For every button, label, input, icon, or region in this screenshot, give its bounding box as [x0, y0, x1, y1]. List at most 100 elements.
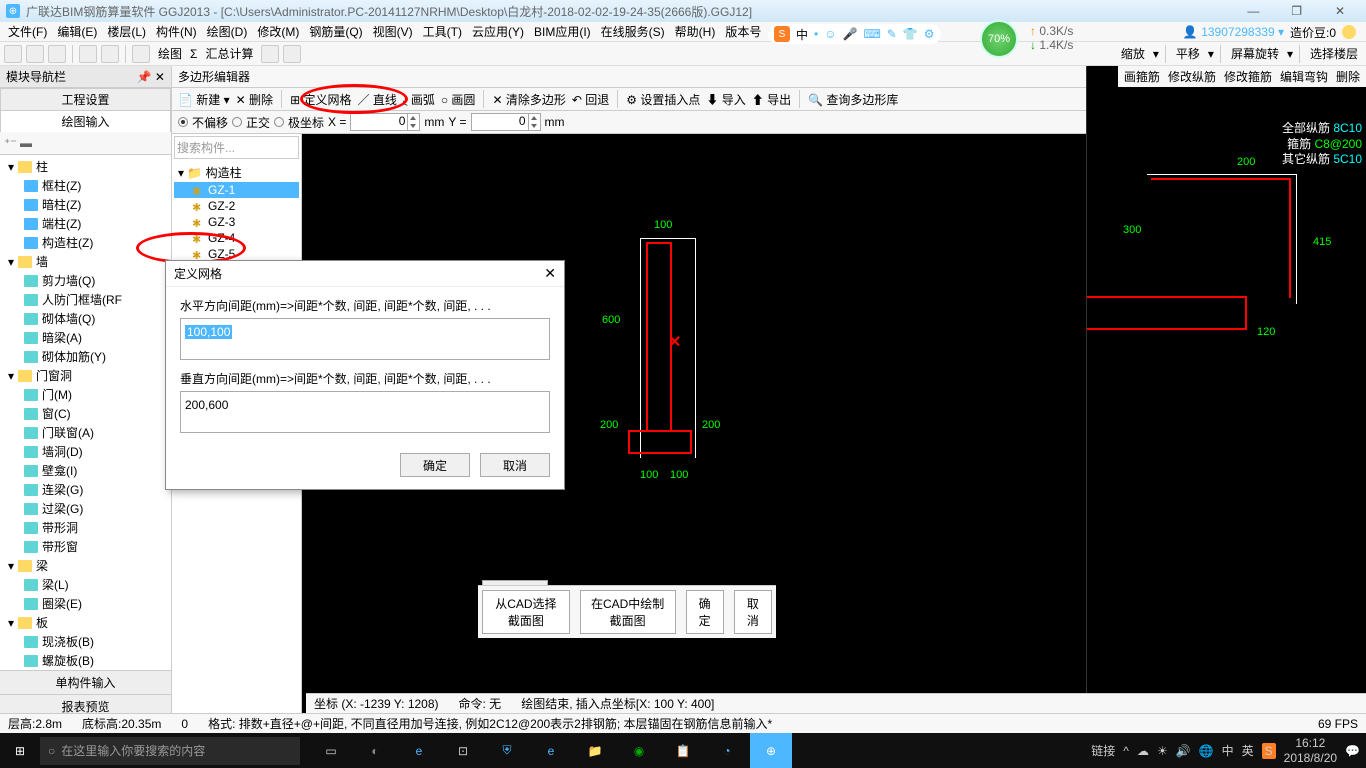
pin-icon[interactable]: 📌 ✕ [137, 70, 165, 84]
start-button[interactable]: ⊞ [0, 744, 40, 758]
menu-item[interactable]: 构件(N) [152, 23, 201, 40]
tree-item[interactable]: 梁(L) [0, 575, 171, 594]
tree-item[interactable]: 现浇板(B) [0, 632, 171, 651]
search-input[interactable]: 搜索构件... [174, 136, 299, 159]
tab-project-settings[interactable]: 工程设置 [0, 88, 171, 110]
open-file-icon[interactable] [26, 45, 44, 63]
canvas-tb-btn[interactable]: 修改箍筋 [1224, 68, 1272, 85]
tree-item[interactable]: 暗柱(Z) [0, 195, 171, 214]
menu-item[interactable]: 帮助(H) [671, 23, 720, 40]
menu-item[interactable]: 楼层(L) [103, 23, 150, 40]
export-btn[interactable]: ⬆ 导出 [752, 91, 791, 108]
delete-btn[interactable]: ✕ 删除 [236, 91, 273, 108]
edge-icon[interactable]: e [398, 733, 440, 768]
app-icon-3[interactable]: ⛨ [486, 733, 528, 768]
notification-icon[interactable]: 💬 [1345, 744, 1360, 758]
cad-draw-btn[interactable]: 在CAD中绘制截面图 [580, 590, 676, 634]
windows-taskbar[interactable]: ⊞ ○ 在这里输入你要搜索的内容 ▭ ◐ e ⊡ ⛨ e 📁 ◉ 📋 ◔ ⊕ 链… [0, 733, 1366, 768]
dialog-ok-btn[interactable]: 确定 [400, 453, 470, 477]
tree-item[interactable]: 暗梁(A) [0, 328, 171, 347]
ie-icon[interactable]: e [530, 733, 572, 768]
network-icon[interactable]: 🌐 [1199, 744, 1214, 758]
menu-item[interactable]: 视图(V) [369, 23, 417, 40]
menu-item[interactable]: BIM应用(I) [530, 23, 595, 40]
circle-btn[interactable]: ○ 画圆 [441, 91, 476, 108]
tree-item[interactable]: 构造柱(Z) [0, 233, 171, 252]
new-btn[interactable]: 📄 新建 ▾ [178, 91, 230, 108]
app-icon-5[interactable]: 📋 [662, 733, 704, 768]
rotate-label[interactable]: 屏幕旋转 [1227, 45, 1283, 62]
radio-ortho[interactable] [232, 117, 242, 127]
canvas-tb-btn[interactable]: 编辑弯钩 [1280, 68, 1328, 85]
volume-icon[interactable]: 🔊 [1176, 744, 1191, 758]
app-icon-2[interactable]: ⊡ [442, 733, 484, 768]
tree-item[interactable]: 端柱(Z) [0, 214, 171, 233]
insert-pt-btn[interactable]: ⚙ 设置插入点 [626, 91, 700, 108]
import-btn[interactable]: ⬇ 导入 [706, 91, 745, 108]
tree-item[interactable]: 过梁(G) [0, 499, 171, 518]
tree-item[interactable]: ▾梁 [0, 556, 171, 575]
undo-icon[interactable] [79, 45, 97, 63]
draw-icon[interactable] [132, 45, 150, 63]
canvas-tb-btn[interactable]: 修改纵筋 [1168, 68, 1216, 85]
tab-draw-input[interactable]: 绘图输入 [0, 110, 171, 132]
clear-btn[interactable]: ✕ 清除多边形 [492, 91, 565, 108]
menu-item[interactable]: 文件(F) [4, 23, 51, 40]
tree-item[interactable]: 人防门框墙(RF [0, 290, 171, 309]
tree-item[interactable]: 连梁(G) [0, 480, 171, 499]
menu-item[interactable]: 编辑(E) [53, 23, 101, 40]
line-btn[interactable]: ／ 直线 [357, 91, 396, 108]
task-view-icon[interactable]: ▭ [310, 733, 352, 768]
tree-item[interactable]: 砌体加筋(Y) [0, 347, 171, 366]
menu-item[interactable]: 版本号 [721, 23, 765, 40]
taskbar-search[interactable]: ○ 在这里输入你要搜索的内容 [40, 737, 300, 765]
menu-item[interactable]: 工具(T) [419, 23, 466, 40]
close-button[interactable]: ✕ [1320, 4, 1360, 18]
canvas-tb-btn[interactable]: 删除 [1336, 68, 1360, 85]
tree-item[interactable]: 门联窗(A) [0, 423, 171, 442]
undo-btn[interactable]: ↶ 回退 [572, 91, 609, 108]
dialog-title-bar[interactable]: 定义网格 ✕ [166, 261, 564, 287]
ime-toolbar[interactable]: S 中 •☺🎤⌨✎👕⚙ [768, 24, 941, 44]
app-icon-1[interactable]: ◐ [354, 733, 396, 768]
tree-item[interactable]: 壁龛(I) [0, 461, 171, 480]
menu-item[interactable]: 云应用(Y) [468, 23, 528, 40]
tree-item[interactable]: 窗(C) [0, 404, 171, 423]
tree-item[interactable]: 带形窗 [0, 537, 171, 556]
x-input[interactable]: 0 [350, 113, 420, 131]
menu-item[interactable]: 修改(M) [253, 23, 303, 40]
h-spacing-input[interactable]: 100,100 [180, 318, 550, 360]
draw-label[interactable]: 绘图 [154, 45, 186, 62]
tree-item[interactable]: 带形洞 [0, 518, 171, 537]
radio-no-offset[interactable] [178, 117, 188, 127]
ime-lang[interactable]: 中 [796, 26, 808, 43]
new-file-icon[interactable] [4, 45, 22, 63]
tray-up-icon[interactable]: ^ [1123, 744, 1129, 758]
minimize-button[interactable]: — [1233, 4, 1273, 18]
query-btn[interactable]: 🔍 查询多边形库 [808, 91, 898, 108]
sigma-icon[interactable]: Σ [190, 47, 197, 61]
tree-item[interactable]: 圈梁(E) [0, 594, 171, 613]
menu-item[interactable]: 绘图(D) [203, 23, 252, 40]
pan-label[interactable]: 平移 [1172, 45, 1204, 62]
comp-root[interactable]: ▾ 📁 构造柱 [174, 163, 299, 182]
comp-item[interactable]: GZ-4 [174, 230, 299, 246]
arc-btn[interactable]: ◟ 画弧 [403, 91, 435, 108]
comp-item[interactable]: GZ-2 [174, 198, 299, 214]
dialog-close-icon[interactable]: ✕ [544, 265, 556, 282]
floor-label[interactable]: 选择楼层 [1306, 45, 1362, 62]
tree-item[interactable]: ▾柱 [0, 157, 171, 176]
single-input-btn[interactable]: 单构件输入 [0, 670, 171, 694]
system-tray[interactable]: 链接 ^ ☁ ☀ 🔊 🌐 中 英 S 16:12 2018/8/20 💬 [1091, 736, 1366, 765]
zoom-label[interactable]: 缩放 [1117, 45, 1149, 62]
tree-item[interactable]: 剪力墙(Q) [0, 271, 171, 290]
summary-label[interactable]: 汇总计算 [201, 45, 257, 62]
tree-item[interactable]: ▾门窗洞 [0, 366, 171, 385]
app-icon-7[interactable]: ⊕ [750, 733, 792, 768]
app-icon-6[interactable]: ◔ [706, 733, 748, 768]
save-file-icon[interactable] [48, 45, 66, 63]
side-canvas[interactable]: 画箍筋修改纵筋修改箍筋编辑弯钩删除 全部纵筋 8C10 箍筋 C8@200 其它… [1086, 66, 1366, 718]
tree-item[interactable]: ▾板 [0, 613, 171, 632]
radio-polar[interactable] [274, 117, 284, 127]
tree-item[interactable]: 框柱(Z) [0, 176, 171, 195]
